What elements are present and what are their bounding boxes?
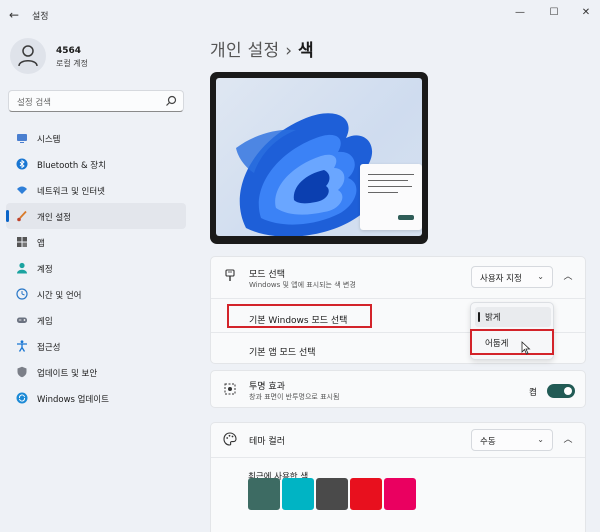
accent-dropdown-value: 수동 [480, 437, 496, 447]
brush-palette-icon [225, 269, 235, 281]
toggle-state-label: 켬 [529, 388, 537, 398]
sync-icon [16, 392, 28, 404]
search-input[interactable]: 설정 검색 [8, 90, 184, 112]
close-button[interactable]: ✕ [574, 4, 598, 22]
divider [211, 298, 585, 299]
sidebar-item-label: 게임 [37, 317, 53, 327]
gamepad-icon [17, 317, 27, 323]
divider [211, 457, 585, 458]
sidebar-item-bluetooth[interactable]: Bluetooth & 장치 [6, 151, 186, 177]
breadcrumb-separator: › [285, 41, 293, 61]
theme-preview [210, 72, 428, 244]
mode-dropdown[interactable]: 사용자 지정 ⌄ [471, 266, 553, 288]
toggle-knob [564, 387, 572, 395]
user-name: 4564 [56, 46, 82, 56]
mouse-cursor-icon [521, 341, 531, 355]
shield-icon [17, 366, 27, 378]
menu-option-label: 밝게 [485, 313, 501, 323]
menu-option-light[interactable]: 밝게 [475, 307, 551, 327]
transparency-icon [224, 383, 236, 395]
mode-subtitle: Windows 및 앱에 표시되는 색 변경 [249, 281, 356, 289]
chevron-up-icon[interactable]: ︿ [559, 431, 577, 449]
preview-wallpaper [216, 78, 422, 236]
app-mode-label: 기본 앱 모드 선택 [249, 348, 316, 358]
globe-clock-icon [16, 288, 28, 300]
sidebar-item-network[interactable]: 네트워크 및 인터넷 [6, 177, 186, 203]
title-bar: ← 설정 — ☐ ✕ [0, 0, 600, 30]
transparency-title: 투명 효과 [249, 382, 285, 392]
sidebar-item-personalization[interactable]: 개인 설정 [6, 203, 186, 229]
sidebar-item-label: 계정 [37, 265, 53, 275]
accent-mode-dropdown[interactable]: 수동 ⌄ [471, 429, 553, 451]
transparency-toggle[interactable] [547, 384, 575, 398]
sidebar-item-update-security[interactable]: 업데이트 및 보안 [6, 359, 186, 385]
sidebar-item-windows-update[interactable]: Windows 업데이트 [6, 385, 186, 411]
selected-indicator [478, 312, 480, 322]
accessibility-icon [17, 340, 27, 352]
breadcrumb-parent[interactable]: 개인 설정 [210, 41, 279, 61]
person-icon [17, 262, 27, 274]
account-type: 로컬 계정 [56, 59, 88, 68]
highlight-box [470, 329, 554, 355]
sidebar-item-gaming[interactable]: 게임 [6, 307, 186, 333]
transparency-subtitle: 창과 표면이 반투명으로 표시됨 [249, 393, 340, 401]
person-icon [18, 45, 38, 67]
color-swatch[interactable] [350, 478, 382, 510]
search-icon[interactable] [165, 95, 177, 107]
wifi-icon [17, 186, 27, 194]
brush-icon [17, 210, 27, 222]
chevron-down-icon: ⌄ [537, 272, 544, 281]
color-swatch[interactable] [316, 478, 348, 510]
sidebar-item-label: 업데이트 및 보안 [37, 369, 98, 379]
sidebar-item-system[interactable]: 시스템 [6, 125, 186, 151]
sidebar-item-label: Bluetooth & 장치 [37, 161, 106, 171]
active-indicator [6, 210, 9, 222]
sidebar-item-label: 시스템 [37, 135, 61, 145]
window-title: 설정 [32, 12, 49, 22]
monitor-icon [17, 134, 27, 143]
sidebar-nav: 시스템 Bluetooth & 장치 네트워크 및 인터넷 개인 설정 앱 계정… [6, 125, 186, 411]
bluetooth-icon [16, 158, 28, 170]
preview-window [360, 164, 422, 230]
sidebar-item-apps[interactable]: 앱 [6, 229, 186, 255]
palette-icon [223, 432, 237, 446]
color-swatch[interactable] [384, 478, 416, 510]
sidebar-item-label: 접근성 [37, 343, 61, 353]
mode-title: 모드 선택 [249, 270, 285, 280]
maximize-button[interactable]: ☐ [542, 4, 566, 22]
sidebar-item-accessibility[interactable]: 접근성 [6, 333, 186, 359]
accent-title: 테마 컬러 [249, 437, 285, 447]
sidebar-item-label: 앱 [37, 239, 45, 249]
chevron-up-icon[interactable]: ︿ [559, 268, 577, 286]
sidebar-item-label: Windows 업데이트 [37, 395, 109, 405]
highlight-box [227, 304, 372, 328]
avatar[interactable] [10, 38, 46, 74]
sidebar-item-accounts[interactable]: 계정 [6, 255, 186, 281]
search-placeholder: 설정 검색 [17, 98, 51, 108]
mode-dropdown-value: 사용자 지정 [480, 274, 522, 284]
sidebar-item-label: 개인 설정 [37, 213, 71, 223]
sidebar-item-time-language[interactable]: 시간 및 언어 [6, 281, 186, 307]
chevron-down-icon: ⌄ [537, 435, 544, 444]
page-title: 색 [298, 41, 314, 61]
color-swatch[interactable] [248, 478, 280, 510]
sidebar-item-label: 네트워크 및 인터넷 [37, 187, 105, 197]
color-swatch[interactable] [282, 478, 314, 510]
back-arrow-icon[interactable]: ← [6, 7, 22, 23]
apps-icon [17, 237, 27, 247]
minimize-button[interactable]: — [508, 4, 532, 22]
breadcrumb: 개인 설정 › 색 [210, 36, 314, 61]
sidebar-item-label: 시간 및 언어 [37, 291, 82, 301]
